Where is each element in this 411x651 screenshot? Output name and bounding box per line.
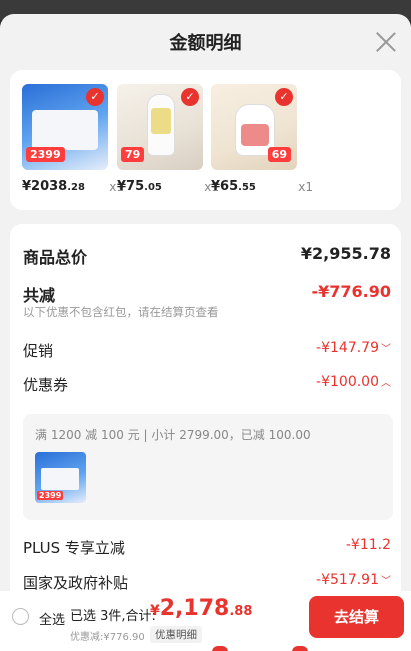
close-icon[interactable]	[375, 31, 397, 53]
subsidy-value: -¥517.91 ﹀	[316, 572, 391, 588]
coupon-value: -¥100.00 ︿	[316, 374, 391, 390]
water-heater-shape	[41, 468, 79, 490]
subsidy-label: 国家及政府补贴	[23, 574, 129, 592]
water-heater-shape	[32, 110, 98, 150]
coupon-product-image: 2399	[35, 452, 86, 503]
plus-value: -¥11.2	[345, 537, 391, 553]
coupon-label: 优惠券	[23, 376, 69, 394]
discount-detail-button[interactable]: 优惠明细	[150, 626, 202, 643]
promo-row[interactable]: 促销 -¥147.79 ﹀	[23, 340, 391, 362]
product-item[interactable]: 69 ✓ ¥65.55 x1	[211, 84, 313, 197]
promo-value: -¥147.79 ﹀	[316, 340, 391, 356]
check-icon: ✓	[86, 88, 104, 106]
tab-badge-peek	[212, 646, 228, 651]
amount-detail-sheet: 金额明细 2399 ✓ ¥2038.28 x1 79 ✓ ¥75.05 x1 6…	[0, 14, 411, 651]
promo-label: 促销	[23, 342, 54, 360]
product-info: ¥2038.28 x1	[22, 179, 124, 197]
image-price-badge: 2399	[26, 147, 65, 162]
product-info: ¥65.55 x1	[211, 179, 313, 197]
reduce-value: -¥776.90	[311, 282, 391, 301]
product-price: ¥2038.28	[22, 179, 85, 194]
check-icon: ✓	[181, 88, 199, 106]
product-image: 2399 ✓	[22, 84, 108, 170]
plus-row: PLUS 专享立减 -¥11.2	[23, 537, 391, 559]
image-price-badge: 79	[121, 147, 145, 162]
select-all-radio[interactable]	[12, 608, 29, 625]
discount-line: 优惠减:¥776.90	[70, 632, 145, 643]
chevron-down-icon: ﹀	[381, 344, 391, 355]
product-image: 79 ✓	[117, 84, 203, 170]
product-list: 2399 ✓ ¥2038.28 x1 79 ✓ ¥75.05 x1 69 ✓ ¥…	[10, 70, 401, 210]
chopper-content-shape	[241, 124, 269, 146]
coupon-detail-text: 满 1200 减 100 元 | 小计 2799.00，已减 100.00	[35, 428, 311, 442]
check-icon: ✓	[275, 88, 293, 106]
total-row: 商品总价 ¥2,955.78	[23, 244, 391, 268]
product-qty: x1	[298, 180, 313, 194]
checkout-bar: 全选 已选 3件,合计: ¥2,178.88 优惠减:¥776.90 优惠明细 …	[0, 591, 411, 651]
reduce-label: 共减	[23, 286, 56, 305]
chevron-down-icon: ﹀	[381, 576, 391, 587]
total-value: ¥2,955.78	[300, 244, 391, 263]
selected-summary: 已选 3件,合计:	[70, 609, 156, 624]
image-price-badge: 2399	[37, 491, 64, 500]
product-image: 69 ✓	[211, 84, 297, 170]
chevron-up-icon: ︿	[381, 378, 391, 389]
plus-label: PLUS 专享立减	[23, 539, 125, 557]
select-all-label[interactable]: 全选	[39, 609, 65, 628]
reduce-row: 共减 -¥776.90 以下优惠不包含红包，请在结算页查看	[23, 282, 391, 326]
coupon-detail-box: 满 1200 减 100 元 | 小计 2799.00，已减 100.00 23…	[23, 414, 393, 520]
tab-badge-peek	[292, 646, 308, 651]
sheet-header: 金额明细	[0, 14, 411, 70]
checkout-button[interactable]: 去结算	[309, 596, 404, 638]
blender-content-shape	[151, 108, 171, 134]
product-item[interactable]: 2399 ✓ ¥2038.28 x1	[22, 84, 124, 197]
reduce-note: 以下优惠不包含红包，请在结算页查看	[23, 305, 219, 319]
coupon-row[interactable]: 优惠券 -¥100.00 ︿	[23, 374, 391, 396]
sheet-title: 金额明细	[169, 33, 242, 54]
price-breakdown: 商品总价 ¥2,955.78 共减 -¥776.90 以下优惠不包含红包，请在结…	[10, 224, 401, 604]
product-price: ¥75.05	[117, 179, 162, 194]
total-label: 商品总价	[23, 248, 88, 267]
image-price-badge: 69	[267, 147, 291, 162]
product-item[interactable]: 79 ✓ ¥75.05 x1	[117, 84, 219, 197]
product-price: ¥65.55	[211, 179, 256, 194]
product-info: ¥75.05 x1	[117, 179, 219, 197]
total-amount: ¥2,178.88	[150, 596, 253, 621]
